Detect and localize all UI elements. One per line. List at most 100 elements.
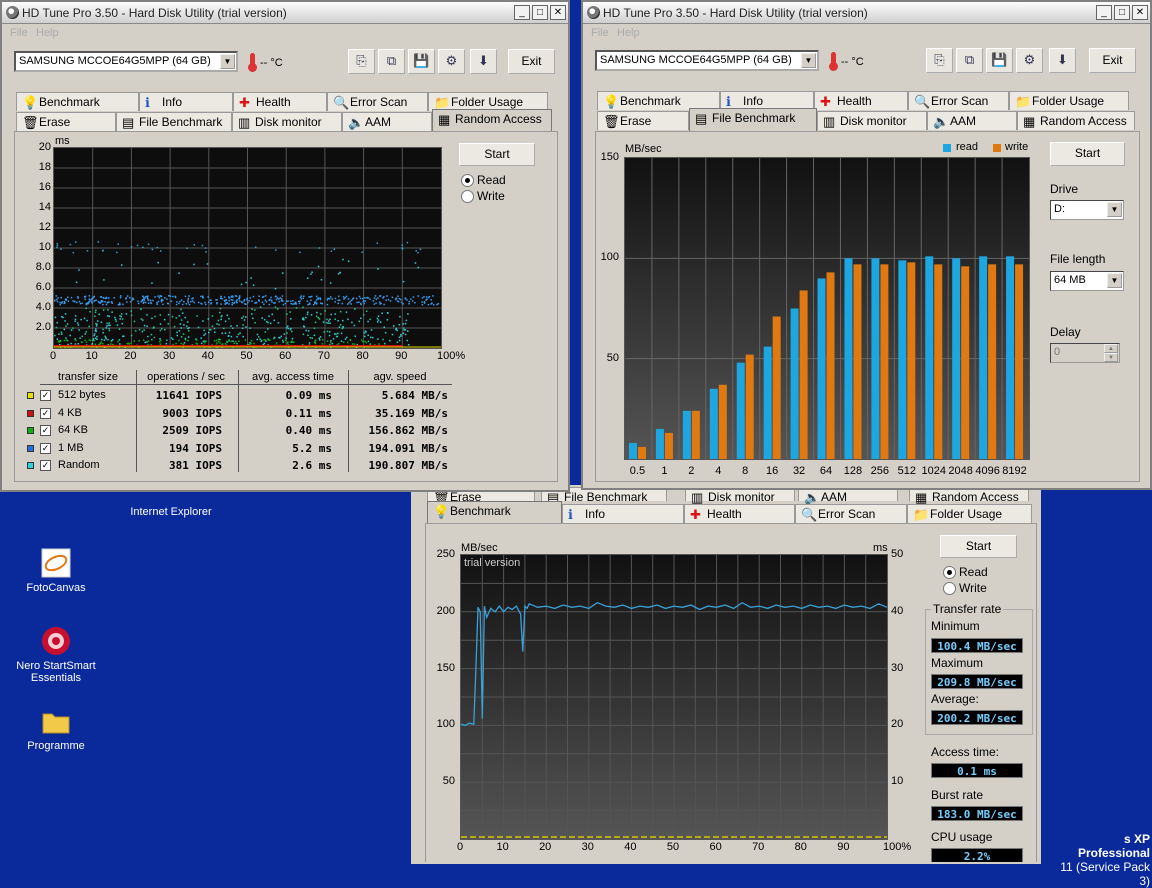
scatter-point xyxy=(303,296,305,298)
ra-tab-disk-monitor[interactable]: ▥Disk monitor xyxy=(232,112,342,131)
fb-tab-random-access[interactable]: ▦Random Access xyxy=(1017,111,1135,130)
copy-all-icon[interactable]: ⧉ xyxy=(956,48,983,73)
trial-watermark: trial version xyxy=(464,557,520,569)
ra-tab-random-access[interactable]: ▦Random Access xyxy=(432,109,552,131)
maximize-button[interactable]: □ xyxy=(1114,5,1130,20)
ra-tab-file-benchmark[interactable]: ▤File Benchmark xyxy=(116,112,232,131)
series-checkbox[interactable]: ✓ xyxy=(40,460,51,471)
scatter-point xyxy=(322,339,324,341)
series-checkbox[interactable]: ✓ xyxy=(40,390,51,401)
ra-tab-aam[interactable]: 🔈AAM xyxy=(342,112,432,131)
drive-letter-select[interactable]: D: ▼ xyxy=(1050,200,1124,220)
ra-tab-erase[interactable]: 🗑Erase xyxy=(16,112,116,131)
download-arrow-icon[interactable]: ⬇ xyxy=(470,49,497,74)
scatter-point xyxy=(225,332,227,334)
chevron-down-icon[interactable]: ▼ xyxy=(1107,202,1122,217)
scatter-point xyxy=(184,317,186,319)
series-checkbox[interactable]: ✓ xyxy=(40,443,51,454)
fb-tab-file-benchmark[interactable]: ▤File Benchmark xyxy=(689,108,817,131)
ra-tab-error-scan[interactable]: 🔍Error Scan xyxy=(327,92,428,111)
ra-write-radio[interactable]: Write xyxy=(461,189,505,203)
bm-tab-folder-usage[interactable]: 📁Folder Usage xyxy=(907,504,1032,523)
fb-tab-disk-monitor[interactable]: ▥Disk monitor xyxy=(817,111,927,130)
fb-tab-error-scan[interactable]: 🔍Error Scan xyxy=(908,91,1009,110)
delay-spinner[interactable]: 0 ▲ ▼ xyxy=(1050,343,1120,363)
scatter-point xyxy=(170,295,172,297)
scatter-point xyxy=(71,329,73,331)
ra-tab-info[interactable]: ℹInfo xyxy=(139,92,233,111)
scatter-point xyxy=(323,321,325,323)
copy-info-icon[interactable]: ⎘ xyxy=(348,49,375,74)
minimize-button[interactable]: _ xyxy=(514,5,530,20)
menu-file[interactable]: File xyxy=(10,27,28,39)
scatter-point xyxy=(316,316,318,318)
scatter-point xyxy=(84,318,86,320)
bm-read-radio[interactable]: Read xyxy=(943,565,988,579)
random-access-icon: ▦ xyxy=(438,112,450,128)
bm-tab-benchmark[interactable]: 💡Benchmark xyxy=(427,501,562,523)
ra-drive-select[interactable]: SAMSUNG MCCOE64G5MPP (64 GB) ▼ xyxy=(14,51,238,72)
scatter-point xyxy=(101,339,103,341)
scatter-point xyxy=(241,301,243,303)
y-tick-label: 6.0 xyxy=(29,281,51,293)
series-checkbox[interactable]: ✓ xyxy=(40,408,51,419)
desktop-icon-nero[interactable]: Nero StartSmart Essentials xyxy=(11,626,101,684)
fb-tab-folder-usage[interactable]: 📁Folder Usage xyxy=(1009,91,1129,110)
fb-tab-erase[interactable]: 🗑Erase xyxy=(597,111,689,130)
fb-start-button[interactable]: Start xyxy=(1050,142,1125,166)
scatter-point xyxy=(403,323,405,325)
ra-start-button[interactable]: Start xyxy=(459,143,535,166)
bm-start-button[interactable]: Start xyxy=(940,535,1017,558)
minimize-button[interactable]: _ xyxy=(1096,5,1112,20)
save-icon[interactable]: 💾 xyxy=(986,48,1013,73)
save-icon[interactable]: 💾 xyxy=(408,49,435,74)
options-icon[interactable]: ⚙ xyxy=(438,49,465,74)
close-button[interactable]: ✕ xyxy=(550,5,566,20)
fb-exit-button[interactable]: Exit xyxy=(1089,48,1136,73)
bm-write-radio[interactable]: Write xyxy=(943,581,987,595)
ra-tab-health[interactable]: ✚Health xyxy=(233,92,327,111)
scatter-point xyxy=(405,323,407,325)
bar-read xyxy=(844,258,852,459)
options-icon[interactable]: ⚙ xyxy=(1016,48,1043,73)
chevron-down-icon[interactable]: ▼ xyxy=(220,54,235,69)
close-button[interactable]: ✕ xyxy=(1132,5,1148,20)
download-arrow-icon[interactable]: ⬇ xyxy=(1049,48,1076,73)
file-length-select[interactable]: 64 MB ▼ xyxy=(1050,271,1124,291)
menu-file[interactable]: File xyxy=(591,27,609,39)
scatter-point xyxy=(350,301,352,303)
scatter-point xyxy=(315,339,317,341)
fb-drive-select[interactable]: SAMSUNG MCCOE64G5MPP (64 GB) ▼ xyxy=(595,50,819,71)
fb-tab-health[interactable]: ✚Health xyxy=(814,91,908,110)
scatter-point xyxy=(392,297,394,299)
ra-read-radio[interactable]: Read xyxy=(461,173,506,187)
ra-exit-button[interactable]: Exit xyxy=(508,49,555,74)
scatter-point xyxy=(203,340,205,342)
bm-tab-info[interactable]: ℹInfo xyxy=(562,504,684,523)
chevron-down-icon[interactable]: ▼ xyxy=(801,53,816,68)
ra-tab-benchmark[interactable]: 💡Benchmark xyxy=(16,92,139,111)
scatter-point xyxy=(291,331,293,333)
chevron-down-icon[interactable]: ▼ xyxy=(1107,273,1122,288)
scatter-point xyxy=(414,302,416,304)
scatter-point xyxy=(115,319,117,321)
fb-tab-aam[interactable]: 🔈AAM xyxy=(927,111,1017,130)
spin-down-icon[interactable]: ▼ xyxy=(1104,353,1118,362)
bm-tab-health[interactable]: ✚Health xyxy=(684,504,795,523)
maximize-button[interactable]: □ xyxy=(532,5,548,20)
series-checkbox[interactable]: ✓ xyxy=(40,425,51,436)
menu-help[interactable]: Help xyxy=(617,27,640,39)
bm-tab-error-scan[interactable]: 🔍Error Scan xyxy=(795,504,907,523)
copy-info-icon[interactable]: ⎘ xyxy=(926,48,953,73)
scatter-point xyxy=(347,319,349,321)
scatter-point xyxy=(327,340,329,342)
scatter-point xyxy=(281,298,283,300)
desktop-icon-internet-explorer[interactable]: Internet Explorer xyxy=(126,490,216,518)
desktop-icon-fotocanvas[interactable]: FotoCanvas xyxy=(11,548,101,594)
scatter-point xyxy=(400,335,402,337)
spin-up-icon[interactable]: ▲ xyxy=(1104,344,1118,353)
copy-all-icon[interactable]: ⧉ xyxy=(378,49,405,74)
scatter-point xyxy=(344,297,346,299)
menu-help[interactable]: Help xyxy=(36,27,59,39)
desktop-icon-programme[interactable]: Programme xyxy=(11,706,101,752)
